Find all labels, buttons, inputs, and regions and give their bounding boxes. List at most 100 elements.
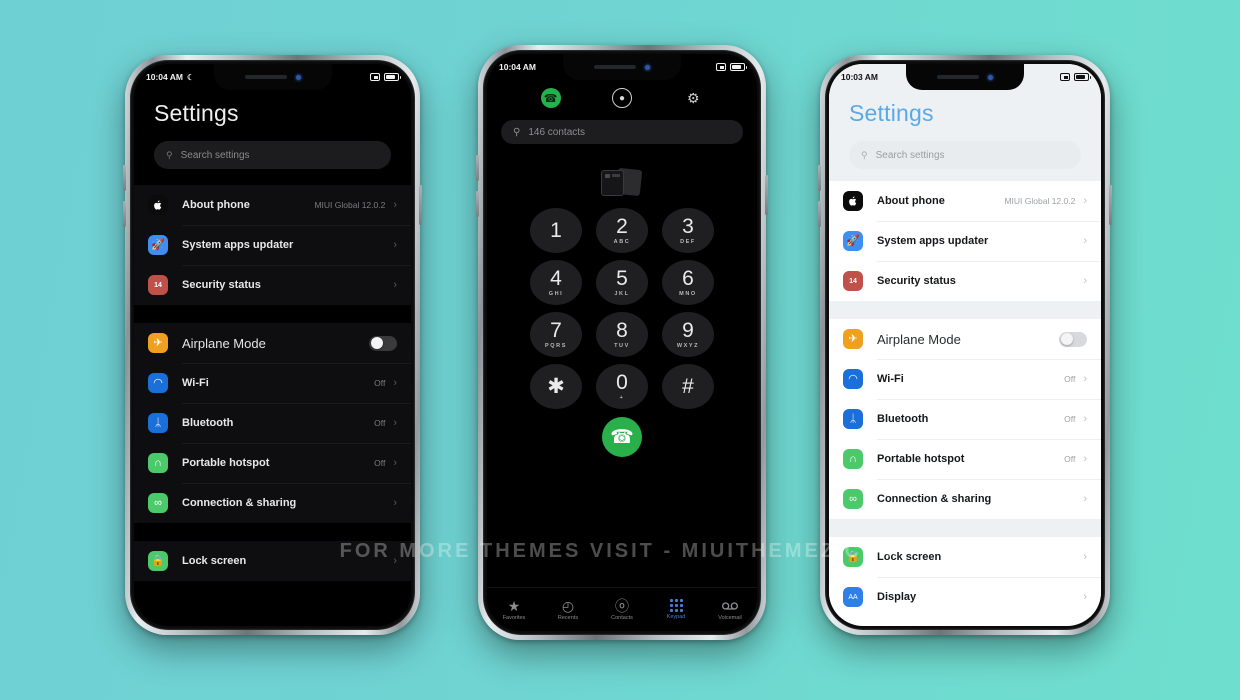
dial-key-2[interactable]: 2 ABC bbox=[596, 208, 648, 253]
settings-row[interactable]: 🔒 Lock screen › bbox=[829, 537, 1101, 577]
settings-row[interactable]: 🚀 System apps updater › bbox=[829, 221, 1101, 261]
dialer-app: ☎ ● ⚙ ⚲ 146 contacts 1 2 ABC 3 DEF 4 GHI 5 JKL 6 M… bbox=[487, 54, 757, 631]
settings-row[interactable]: ◠ Wi-Fi Off › bbox=[134, 363, 411, 403]
front-camera-icon bbox=[988, 74, 993, 80]
settings-row[interactable]: ✈ Airplane Mode bbox=[134, 323, 411, 363]
hotspot-icon: ∩ bbox=[843, 449, 863, 469]
settings-row[interactable]: About phone MIUI Global 12.0.2 › bbox=[829, 181, 1101, 221]
dial-key-number: 8 bbox=[616, 319, 628, 342]
settings-row[interactable]: ∩ Portable hotspot Off › bbox=[134, 443, 411, 483]
contact-icon[interactable]: ● bbox=[611, 88, 632, 108]
earpiece-speaker bbox=[937, 75, 979, 79]
dial-key-letters: + bbox=[619, 395, 625, 401]
volume-up-button[interactable] bbox=[123, 165, 126, 191]
dial-key-number: 1 bbox=[550, 219, 562, 242]
settings-row[interactable]: 14 Security status › bbox=[829, 261, 1101, 301]
dial-key-3[interactable]: 3 DEF bbox=[662, 208, 714, 253]
list-group-separator bbox=[829, 301, 1101, 319]
dial-key-number: ✱ bbox=[547, 375, 565, 398]
dial-key-7[interactable]: 7 PQRS bbox=[530, 312, 582, 357]
power-button[interactable] bbox=[1109, 185, 1112, 225]
settings-row-value: MIUI Global 12.0.2 bbox=[314, 200, 386, 210]
settings-row[interactable]: AA Display › bbox=[829, 577, 1101, 617]
list-group-separator bbox=[134, 523, 411, 541]
settings-row[interactable]: 🚀 System apps updater › bbox=[134, 225, 411, 265]
power-button[interactable] bbox=[765, 175, 768, 215]
settings-row[interactable]: ◠ Wi-Fi Off › bbox=[829, 359, 1101, 399]
dial-key-8[interactable]: 8 TUV bbox=[596, 312, 648, 357]
settings-row[interactable]: ∞ Connection & sharing › bbox=[829, 479, 1101, 519]
power-button[interactable] bbox=[419, 185, 422, 225]
tab-favorites[interactable]: ★ Favorites bbox=[487, 599, 541, 621]
settings-row-label: Lock screen bbox=[877, 551, 942, 563]
notch bbox=[213, 64, 332, 90]
settings-row[interactable]: ᛦ Bluetooth Off › bbox=[829, 399, 1101, 439]
search-icon: ⚲ bbox=[861, 149, 868, 160]
settings-group: ✈ Airplane Mode ◠ Wi-Fi Off › ᛦ Bluetooth Off › ∩ P… bbox=[829, 319, 1101, 519]
security-14-icon: 14 bbox=[148, 275, 168, 295]
connection-sharing-icon: ∞ bbox=[843, 489, 863, 509]
search-input[interactable]: ⚲ Search settings bbox=[849, 141, 1081, 169]
settings-row-value: Off bbox=[1064, 414, 1076, 424]
contacts-search-input[interactable]: ⚲ 146 contacts bbox=[501, 120, 743, 144]
dial-key-4[interactable]: 4 GHI bbox=[530, 260, 582, 305]
dial-key-5[interactable]: 5 JKL bbox=[596, 260, 648, 305]
settings-row-label: About phone bbox=[182, 199, 250, 211]
tab-label: Contacts bbox=[611, 614, 633, 621]
volume-down-button[interactable] bbox=[818, 201, 821, 227]
bluetooth-icon: ᛦ bbox=[843, 409, 863, 429]
toggle-switch[interactable] bbox=[1059, 331, 1087, 347]
search-input[interactable]: ⚲ Search settings bbox=[154, 141, 391, 169]
rocket-icon: 🚀 bbox=[843, 231, 863, 251]
dial-key-letters: ABC bbox=[613, 239, 631, 245]
settings-row[interactable]: ✈ Airplane Mode bbox=[829, 319, 1101, 359]
dial-key-number: 7 bbox=[550, 319, 562, 342]
dial-key-6[interactable]: 6 MNO bbox=[662, 260, 714, 305]
phone-bezel: 10:03 AM Settings ⚲ Search settings Abou… bbox=[825, 60, 1105, 630]
chevron-right-icon: › bbox=[1083, 591, 1087, 603]
settings-row-value: Off bbox=[374, 458, 386, 468]
settings-row[interactable]: ∩ Portable hotspot Off › bbox=[829, 439, 1101, 479]
settings-row[interactable]: About phone MIUI Global 12.0.2 › bbox=[134, 185, 411, 225]
dial-key-star[interactable]: ✱ bbox=[530, 364, 582, 409]
page-title: Settings bbox=[849, 100, 934, 126]
chevron-right-icon: › bbox=[393, 377, 397, 389]
tab-contacts[interactable]: ⓞ Contacts bbox=[595, 599, 649, 621]
settings-row-label: Bluetooth bbox=[877, 413, 929, 425]
tab-keypad[interactable]: Keypad bbox=[649, 599, 703, 620]
settings-row-label: Wi-Fi bbox=[877, 373, 904, 385]
chevron-right-icon: › bbox=[1083, 413, 1087, 425]
settings-row-label: Portable hotspot bbox=[182, 457, 270, 469]
wifi-icon: ◠ bbox=[843, 369, 863, 389]
dial-key-hash[interactable]: # bbox=[662, 364, 714, 409]
dial-key-letters: WXYZ bbox=[676, 343, 700, 349]
dial-key-1[interactable]: 1 bbox=[530, 208, 582, 253]
volume-down-button[interactable] bbox=[476, 191, 479, 217]
settings-row[interactable]: 14 Security status › bbox=[134, 265, 411, 305]
tab-voicemail[interactable]: Voicemail bbox=[703, 599, 757, 621]
dial-key-0[interactable]: 0 + bbox=[596, 364, 648, 409]
toggle-switch[interactable] bbox=[369, 335, 397, 351]
status-time: 10:03 AM bbox=[841, 72, 879, 82]
settings-row-label: Airplane Mode bbox=[182, 335, 266, 351]
tab-label: Keypad bbox=[666, 614, 686, 620]
tab-recents[interactable]: ◴ Recents bbox=[541, 599, 595, 621]
dial-key-9[interactable]: 9 WXYZ bbox=[662, 312, 714, 357]
phone-icon[interactable]: ☎ bbox=[540, 88, 561, 108]
call-button[interactable]: ☎ bbox=[602, 417, 642, 457]
settings-row[interactable]: 🔒 Lock screen › bbox=[134, 541, 411, 581]
settings-row[interactable]: ᛦ Bluetooth Off › bbox=[134, 403, 411, 443]
voicemail-icon bbox=[722, 599, 738, 613]
volume-up-button[interactable] bbox=[476, 155, 479, 181]
dial-key-letters: TUV bbox=[614, 343, 630, 349]
settings-group: 🔒 Lock screen › AA Display › bbox=[829, 537, 1101, 617]
volume-down-button[interactable] bbox=[123, 201, 126, 227]
notch bbox=[563, 54, 681, 80]
dial-key-number: 9 bbox=[682, 319, 694, 342]
settings-row[interactable]: ∞ Connection & sharing › bbox=[134, 483, 411, 523]
phone-bezel: 10:04 AM ☾ Settings ⚲ Search settings Ab… bbox=[130, 60, 415, 630]
chevron-right-icon: › bbox=[1083, 235, 1087, 247]
notch bbox=[906, 64, 1024, 90]
volume-up-button[interactable] bbox=[818, 165, 821, 191]
gear-icon[interactable]: ⚙ bbox=[683, 88, 703, 108]
